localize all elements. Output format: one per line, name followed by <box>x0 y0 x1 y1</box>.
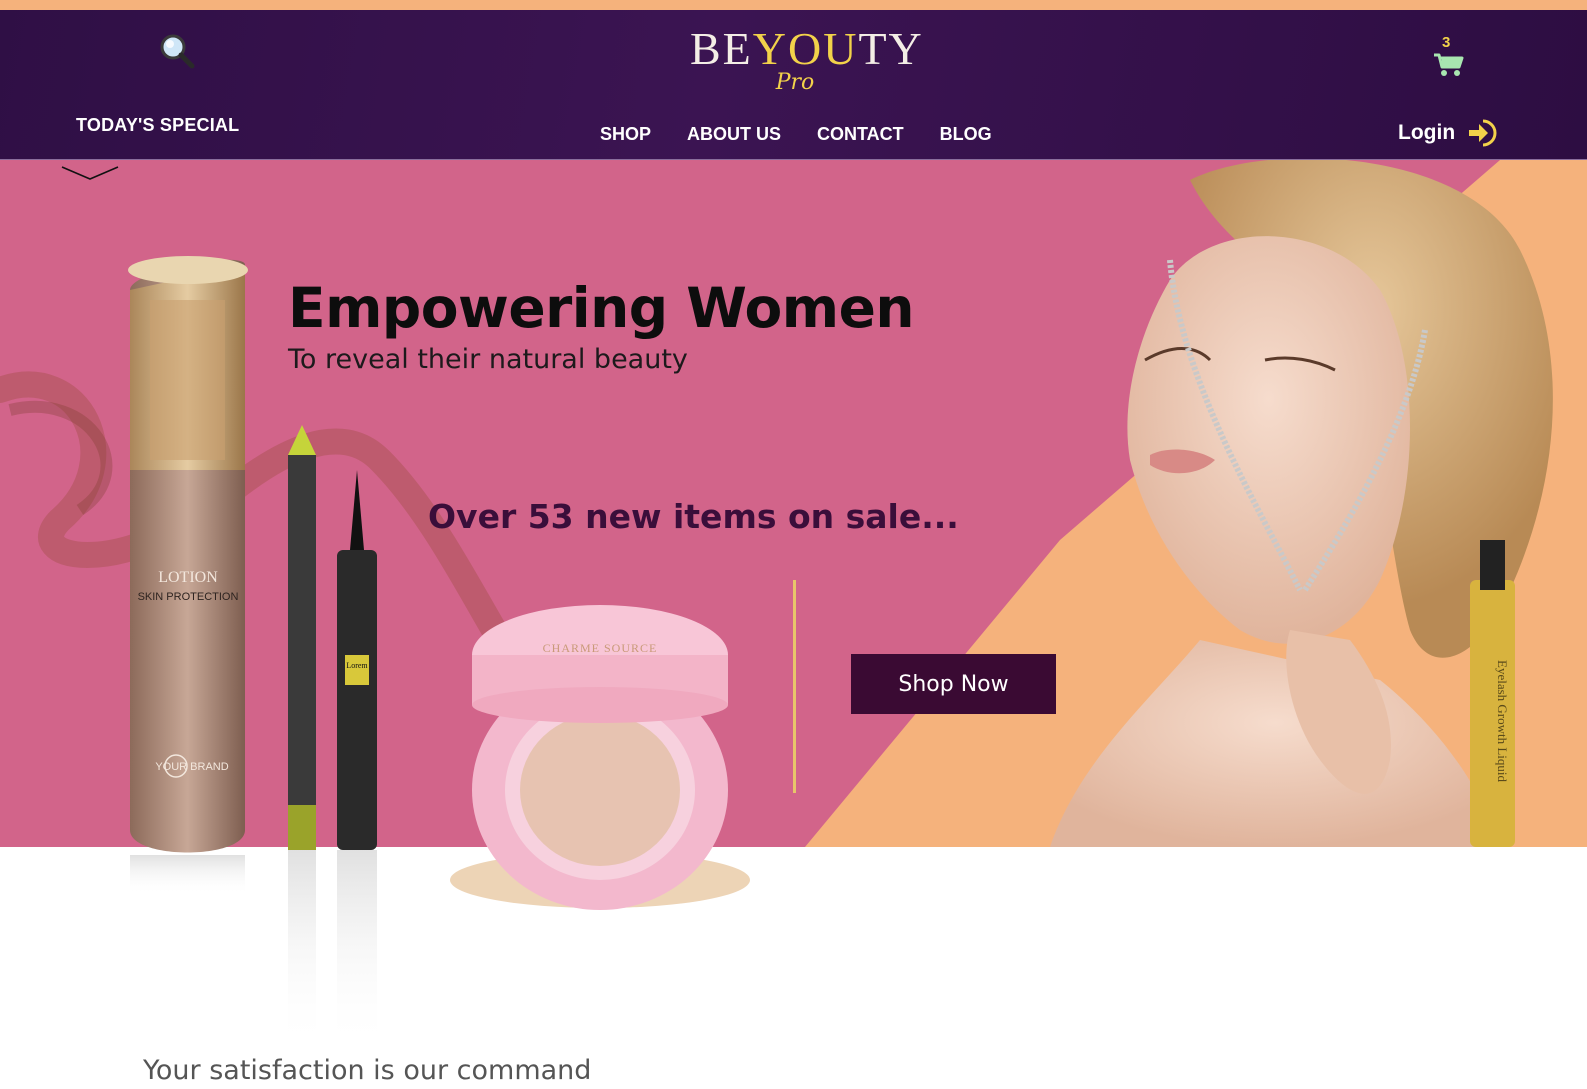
chevron-down-icon[interactable] <box>60 165 120 181</box>
model-face-illustration: Eyelash Growth Liquid <box>1050 160 1553 847</box>
lash-product-label: Eyelash Growth Liquid <box>1495 660 1510 783</box>
nav-about-us[interactable]: ABOUT US <box>687 124 781 145</box>
brand-logo[interactable]: BEYOUTY Pro <box>690 20 922 110</box>
login-label: Login <box>1398 121 1456 144</box>
login-arrow-icon <box>1469 119 1497 147</box>
cart-icon <box>1434 53 1464 76</box>
todays-special-menu[interactable]: TODAY'S SPECIAL <box>76 115 239 136</box>
cart-count-badge: 3 <box>1442 34 1451 51</box>
hero-divider <box>793 580 796 793</box>
hero-banner: Eyelash Growth Liquid Empowering Women T… <box>0 160 1587 847</box>
nav-shop[interactable]: SHOP <box>600 124 651 145</box>
login-button[interactable]: Login <box>1398 118 1497 148</box>
hero-subheadline: To reveal their natural beauty <box>288 344 688 375</box>
cart-button[interactable]: 3 <box>1432 34 1468 82</box>
nav-contact[interactable]: CONTACT <box>817 124 904 145</box>
top-accent-strip <box>0 0 1587 10</box>
shop-now-button[interactable]: Shop Now <box>851 654 1056 714</box>
hero-swirl-decoration <box>0 371 513 653</box>
nav-blog[interactable]: BLOG <box>940 124 992 145</box>
hero-headline: Empowering Women <box>288 276 915 340</box>
search-icon <box>160 34 195 69</box>
main-nav: SHOP ABOUT US CONTACT BLOG <box>600 124 992 145</box>
navbar: TODAY'S SPECIAL BEYOUTY Pro SHOP ABOUT U… <box>0 10 1587 160</box>
search-button[interactable] <box>158 32 196 70</box>
section-tagline: Your satisfaction is our command <box>143 1055 592 1086</box>
sale-announcement: Over 53 new items on sale... <box>428 497 959 536</box>
